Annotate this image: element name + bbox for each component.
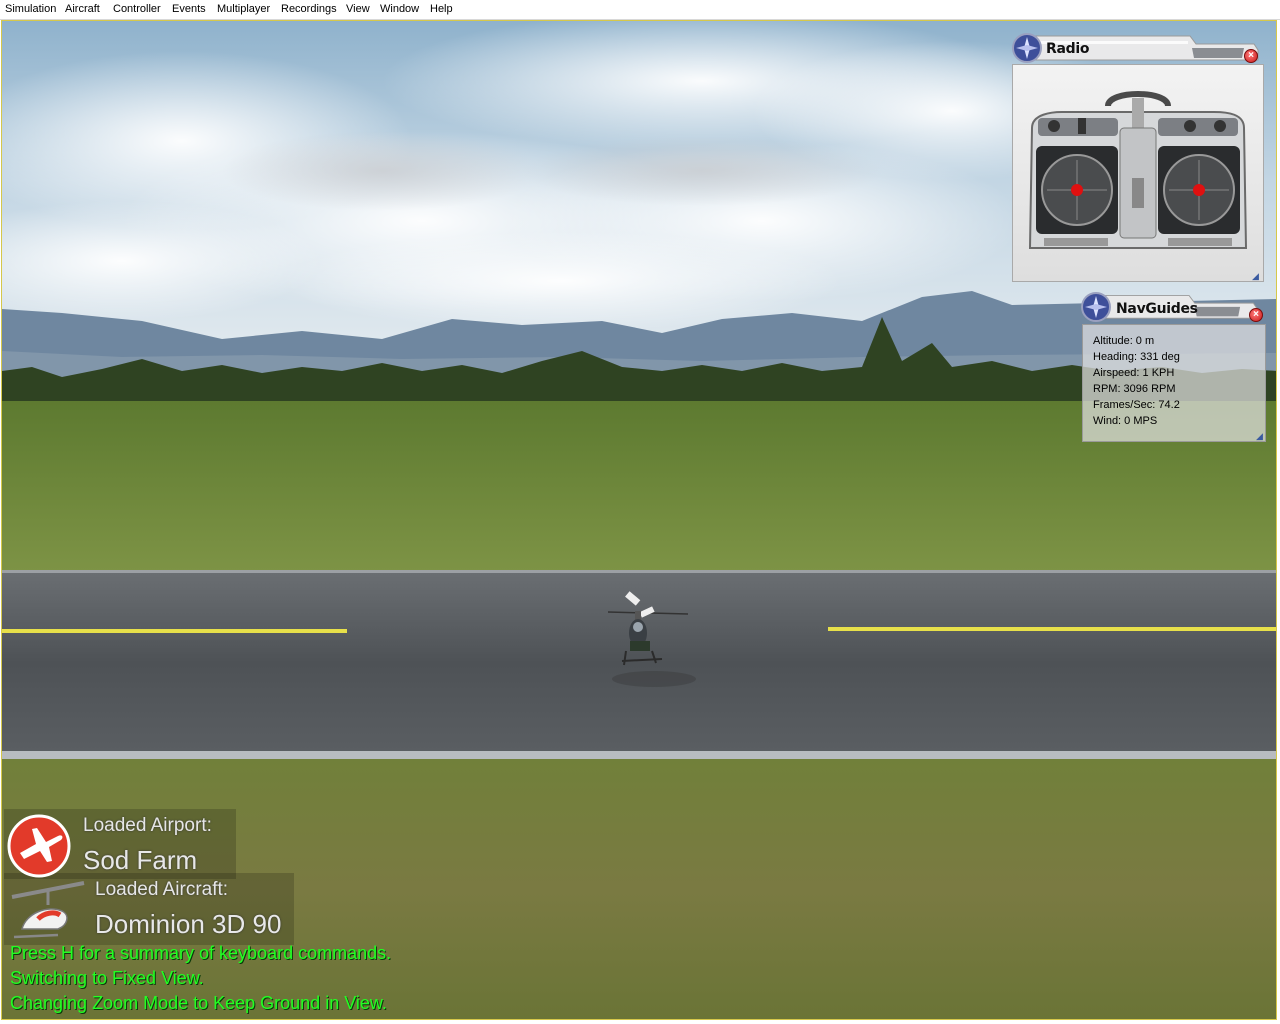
compass-icon bbox=[1012, 33, 1042, 63]
fps-readout: Frames/Sec: 74.2 bbox=[1093, 399, 1180, 411]
loaded-airport-name: Sod Farm bbox=[83, 845, 198, 875]
loaded-aircraft-name: Dominion 3D 90 bbox=[95, 909, 282, 939]
runway-centerline-left bbox=[2, 629, 347, 633]
right-stick-indicator bbox=[1193, 184, 1205, 196]
status-message: Changing Zoom Mode to Keep Ground in Vie… bbox=[10, 993, 387, 1013]
altitude-readout: Altitude: 0 m bbox=[1093, 335, 1155, 347]
menu-recordings[interactable]: Recordings bbox=[281, 3, 337, 16]
close-icon[interactable]: × bbox=[1249, 308, 1263, 322]
airspeed-readout: Airspeed: 1 KPH bbox=[1093, 367, 1175, 379]
heading-readout: Heading: 331 deg bbox=[1093, 351, 1180, 363]
menu-view[interactable]: View bbox=[346, 3, 370, 16]
status-message: Press H for a summary of keyboard comman… bbox=[10, 943, 392, 963]
navguides-title: NavGuides bbox=[1116, 301, 1198, 317]
helicopter-icon bbox=[11, 881, 85, 939]
navguides-panel[interactable]: NavGuides × Altitude: 0 m Heading: 331 d… bbox=[1078, 288, 1270, 446]
menu-multiplayer[interactable]: Multiplayer bbox=[217, 3, 270, 16]
resize-handle[interactable]: ◢ bbox=[1252, 272, 1260, 281]
airplane-icon bbox=[7, 814, 71, 878]
status-message: Switching to Fixed View. bbox=[10, 968, 204, 988]
menu-help[interactable]: Help bbox=[430, 3, 453, 16]
close-icon[interactable]: × bbox=[1244, 49, 1258, 63]
loaded-airport-label: Loaded Airport: bbox=[83, 815, 212, 836]
radio-transmitter-image bbox=[1028, 91, 1248, 249]
compass-icon bbox=[1081, 292, 1111, 322]
menu-window[interactable]: Window bbox=[380, 3, 419, 16]
runway-centerline-right bbox=[828, 627, 1276, 631]
rpm-readout: RPM: 3096 RPM bbox=[1093, 383, 1176, 395]
menu-aircraft[interactable]: Aircraft bbox=[65, 3, 100, 16]
radio-title: Radio bbox=[1046, 41, 1090, 57]
resize-handle[interactable]: ◢ bbox=[1256, 432, 1264, 441]
radio-panel[interactable]: Radio × ◢ bbox=[1008, 30, 1268, 286]
menu-events[interactable]: Events bbox=[172, 3, 206, 16]
left-stick-indicator bbox=[1071, 184, 1083, 196]
menu-bar: Simulation Aircraft Controller Events Mu… bbox=[0, 0, 1280, 20]
wind-readout: Wind: 0 MPS bbox=[1093, 415, 1158, 427]
menu-controller[interactable]: Controller bbox=[113, 3, 161, 16]
menu-simulation[interactable]: Simulation bbox=[5, 3, 56, 16]
loaded-aircraft-label: Loaded Aircraft: bbox=[95, 879, 229, 900]
navguides-frame: Altitude: 0 m Heading: 331 deg Airspeed:… bbox=[1082, 324, 1266, 442]
